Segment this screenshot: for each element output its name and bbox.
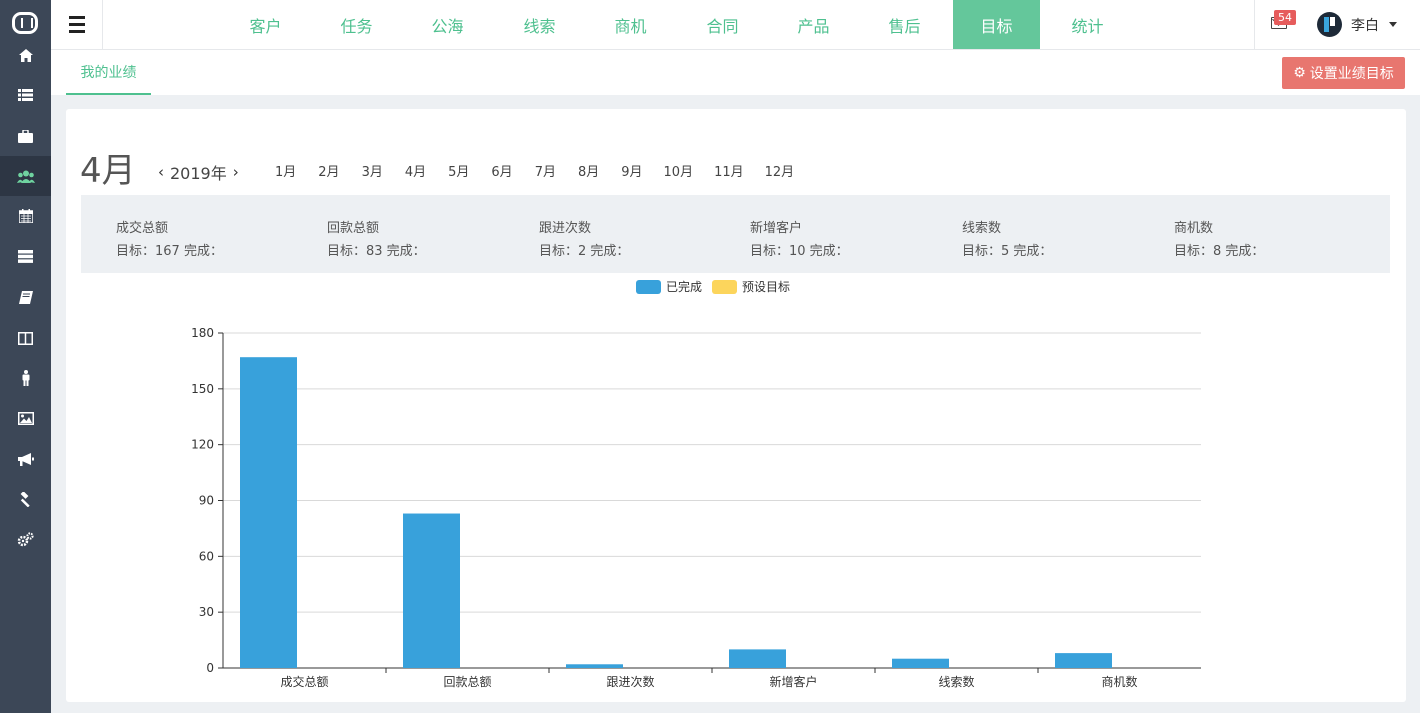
- users-nav-item[interactable]: [0, 156, 51, 196]
- bullhorn-nav-item[interactable]: [0, 439, 51, 479]
- performance-card: 4月 ‹ 2019年 › 1月 2月 3月 4月 5月 6月 7月 8月 9月 10月 11月 12月…: [66, 109, 1406, 702]
- home-nav-item[interactable]: [0, 35, 51, 75]
- nav-tab-6[interactable]: 产品: [770, 0, 857, 49]
- gears-icon: [17, 531, 34, 547]
- briefcase-nav-item[interactable]: [0, 116, 51, 156]
- user-area: 54 李白: [1254, 0, 1420, 49]
- user-name[interactable]: 李白: [1351, 15, 1379, 35]
- x-tick-label: 成交总额: [280, 674, 328, 689]
- server-nav-item[interactable]: [0, 236, 51, 276]
- nav-tab-3[interactable]: 线索: [496, 0, 583, 49]
- nav-tab-9[interactable]: 统计: [1044, 0, 1131, 49]
- person-nav-item[interactable]: [0, 358, 51, 398]
- y-tick-label: 180: [191, 326, 214, 340]
- x-tick-label: 新增客户: [769, 674, 817, 689]
- image-icon: [17, 411, 34, 425]
- app-logo[interactable]: [12, 12, 38, 34]
- y-tick-label: 30: [199, 605, 214, 619]
- menu-toggle-button[interactable]: [51, 0, 103, 49]
- sidebar: [0, 0, 51, 713]
- columns-icon: [18, 331, 33, 345]
- gavel-nav-item[interactable]: [0, 479, 51, 519]
- hamburger-icon: [68, 14, 85, 35]
- nav-tab-4[interactable]: 商机: [587, 0, 674, 49]
- nav-tab-1[interactable]: 任务: [313, 0, 400, 49]
- set-target-button[interactable]: ⚙ 设置业绩目标: [1282, 57, 1405, 89]
- x-tick-label: 跟进次数: [606, 674, 654, 689]
- nav-tab-8[interactable]: 目标: [953, 0, 1040, 49]
- x-tick-label: 线索数: [938, 674, 974, 689]
- y-tick-label: 60: [199, 549, 214, 563]
- nav-tab-5[interactable]: 合同: [679, 0, 766, 49]
- users-icon: [16, 170, 35, 183]
- list-icon: [18, 89, 33, 101]
- nav-tab-0[interactable]: 客户: [222, 0, 309, 49]
- bar-completed: [240, 357, 297, 668]
- tab-my-performance[interactable]: 我的业绩: [66, 50, 151, 95]
- set-target-label: 设置业绩目标: [1309, 66, 1394, 82]
- avatar[interactable]: [1317, 12, 1342, 37]
- home-icon: [18, 48, 33, 62]
- y-tick-label: 90: [199, 494, 214, 508]
- nav-tab-2[interactable]: 公海: [404, 0, 491, 49]
- bar-completed: [729, 649, 786, 668]
- bullhorn-icon: [17, 452, 34, 466]
- bar-completed: [892, 658, 949, 668]
- mail-count-badge: 54: [1274, 10, 1296, 25]
- server-icon: [18, 249, 33, 263]
- book-icon: [18, 290, 33, 304]
- caret-down-icon[interactable]: [1389, 22, 1397, 27]
- bar-completed: [1055, 653, 1112, 668]
- columns-nav-item[interactable]: [0, 318, 51, 358]
- list-nav-item[interactable]: [0, 75, 51, 115]
- bar-completed: [566, 664, 623, 668]
- y-tick-label: 0: [206, 661, 214, 675]
- book-nav-item[interactable]: [0, 277, 51, 317]
- gear-icon: ⚙: [1293, 65, 1306, 81]
- x-tick-label: 回款总额: [443, 675, 491, 689]
- bar-completed: [403, 513, 460, 668]
- top-nav: 客户 任务 公海 线索 商机 合同 产品 售后 目标 统计 54 李白: [51, 0, 1420, 50]
- sub-header: 我的业绩 ⚙ 设置业绩目标: [51, 50, 1420, 95]
- nav-tab-7[interactable]: 售后: [861, 0, 948, 49]
- x-tick-label: 商机数: [1101, 674, 1137, 689]
- calendar-icon: [18, 209, 33, 223]
- bar-chart: 0 30 60 90 120 150 180 成交总额 回款总额 跟进次数 新增客户 线索数 商机数: [191, 326, 1201, 689]
- image-nav-item[interactable]: [0, 398, 51, 438]
- y-tick-label: 120: [191, 438, 214, 452]
- briefcase-icon: [18, 129, 33, 143]
- gavel-icon: [18, 491, 33, 507]
- gears-nav-item[interactable]: [0, 519, 51, 559]
- person-icon: [21, 370, 31, 386]
- calendar-nav-item[interactable]: [0, 196, 51, 236]
- y-tick-label: 150: [191, 382, 214, 396]
